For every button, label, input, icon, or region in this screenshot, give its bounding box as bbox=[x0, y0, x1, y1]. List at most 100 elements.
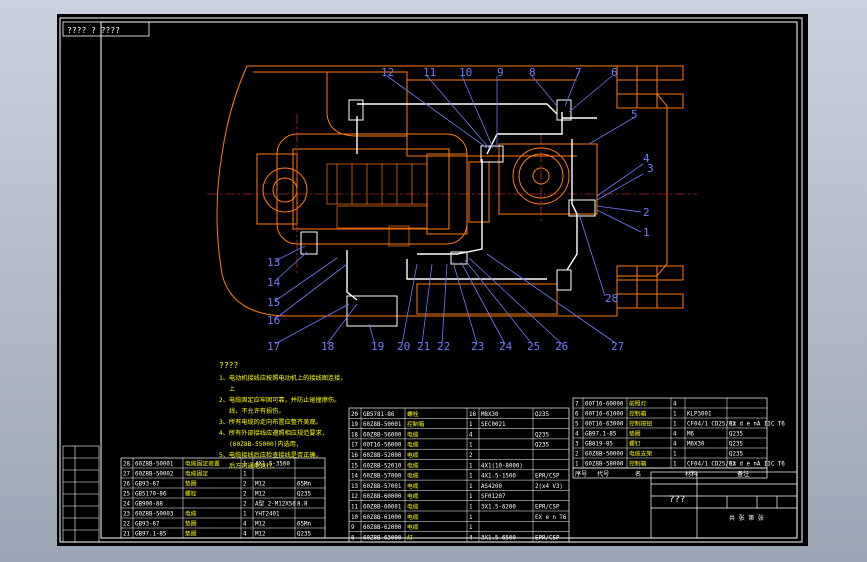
bom-cell-qty: 1 bbox=[673, 462, 677, 468]
callout-24: 24 bbox=[499, 340, 513, 353]
callout-22: 22 bbox=[437, 340, 450, 353]
bom-cell-code: 60Z8B-50001 bbox=[363, 422, 402, 428]
bom-cell-name: 控制箱 bbox=[629, 460, 647, 468]
bom-cell-no: 8 bbox=[351, 535, 355, 541]
bom-cell-code: GB93-87 bbox=[135, 522, 160, 528]
front-lamp-left bbox=[348, 99, 364, 121]
bom-cell-note: 8.8 bbox=[297, 502, 308, 508]
bom-cell-no: 7 bbox=[575, 402, 579, 408]
bom-cell-name: 螺栓 bbox=[407, 410, 419, 418]
bom-cell-qty: 4 bbox=[469, 535, 473, 541]
bom-cell-code: 60Z8B-63000 bbox=[363, 535, 402, 541]
bom-cell-spec: M12 bbox=[255, 482, 265, 488]
bom-cell-name: 电缆 bbox=[407, 503, 419, 511]
bom-cell-name: 垫圈 bbox=[185, 520, 197, 528]
bom-cell-spec: YHT2401 bbox=[255, 512, 280, 518]
bom-cell-code: 60Z8B-61000 bbox=[363, 515, 402, 521]
callout-20: 20 bbox=[397, 340, 410, 353]
bom-cell-qty: 16 bbox=[469, 412, 476, 418]
bom-cell-name: 控制按钮 bbox=[629, 420, 652, 428]
bom-cell-name: 电缆 bbox=[407, 451, 419, 459]
bom-cell-no: 21 bbox=[123, 532, 130, 538]
bom-cell-code: 60Z8B-58000 bbox=[585, 462, 624, 468]
bom-cell-qty: 1 bbox=[469, 443, 473, 449]
callout-26: 26 bbox=[555, 340, 568, 353]
bom-cell-name: 电缆 bbox=[407, 492, 419, 500]
bom-cell-code: 00T16-56000 bbox=[363, 443, 402, 449]
bom-cell-name: 电缆 bbox=[407, 430, 419, 438]
bom-right-table: 7 00T16-60000 前照灯 4 6 00T16-61000 控制箱 1 KLP3001 5… bbox=[572, 397, 785, 479]
bom-cell-spec: M8X30 bbox=[481, 412, 499, 418]
bom-cell-note: Q235 bbox=[729, 432, 743, 438]
bom-cell-spec: 4X1.5-1500 bbox=[481, 474, 516, 480]
bom-cell-no: 3 bbox=[575, 442, 579, 448]
bom-cell-no: 10 bbox=[351, 515, 358, 521]
callout-11: 11 bbox=[423, 66, 436, 79]
bom-cell-name: 电缆 bbox=[407, 461, 419, 469]
callout-16: 16 bbox=[267, 314, 280, 327]
bom-cell-spec: M6 bbox=[687, 432, 694, 438]
callout-21: 21 bbox=[417, 340, 430, 353]
bom-cell-name: 控制箱 bbox=[407, 420, 425, 428]
bom-cell-qty: 1 bbox=[673, 412, 677, 418]
bom-cell-name: 控制箱 bbox=[629, 410, 647, 418]
rear-lamp-right bbox=[556, 269, 572, 291]
bom-cell-no: 26 bbox=[123, 482, 130, 488]
bom-cell-no: 25 bbox=[123, 492, 130, 498]
bom-cell-name: 电缆 bbox=[407, 523, 419, 531]
bom-cell-qty: 1 bbox=[469, 422, 473, 428]
bom-cell-code: GB5781-86 bbox=[363, 412, 395, 418]
bom-cell-name: 电缆支架 bbox=[629, 450, 652, 458]
bom-cell-no: 9 bbox=[351, 525, 355, 531]
bom-cell-no: 13 bbox=[351, 484, 358, 490]
bom-cell-code: 00T16-61000 bbox=[585, 412, 624, 418]
bom-cell-qty: 1 bbox=[243, 512, 247, 518]
callout-13: 13 bbox=[267, 256, 280, 269]
bom-cell-no: 2 bbox=[575, 452, 579, 458]
bom-cell-qty: 1 bbox=[469, 484, 473, 490]
bom-cell-qty: 1 bbox=[469, 474, 473, 480]
bom-cell-code: 00T16-60000 bbox=[585, 402, 624, 408]
bom-cell-note: 2(x4 V3) bbox=[535, 484, 563, 490]
bom-cell-note: 65Mn bbox=[297, 522, 311, 528]
bom-cell-qty: 1 bbox=[243, 462, 247, 468]
bom-cell-qty: 1 bbox=[243, 472, 247, 478]
bom-cell-no: 5 bbox=[575, 422, 579, 428]
bom-cell-name: 灯 bbox=[407, 533, 413, 541]
bom-cell-name: 电缆 bbox=[407, 513, 419, 521]
bom-cell-note: EX e n T6 bbox=[535, 515, 567, 521]
bom-cell-name: 螺钉 bbox=[629, 440, 641, 448]
bom-cell-code: GB93-87 bbox=[135, 482, 160, 488]
callout-19: 19 bbox=[371, 340, 384, 353]
bom-cell-spec: AS4200 bbox=[481, 484, 502, 490]
cables bbox=[346, 103, 597, 301]
bom-cell-code: 60Z8B-50001 bbox=[135, 462, 174, 468]
bom-cell-no: 6 bbox=[575, 412, 579, 418]
bom-cell-qty: 1 bbox=[673, 422, 677, 428]
bom-cell-note: Q235 bbox=[535, 412, 549, 418]
bom-cell-code: GB97.1-85 bbox=[585, 432, 617, 438]
bom-cell-no: 12 bbox=[351, 494, 358, 500]
bom-cell-code: GB97.1-85 bbox=[135, 532, 167, 538]
control-box-19 bbox=[346, 295, 398, 327]
callout-15: 15 bbox=[267, 296, 280, 309]
bom-cell-note: Ex d e nA IIC T6 bbox=[729, 422, 785, 428]
rear-lamp-left bbox=[300, 231, 318, 255]
callout-18: 18 bbox=[321, 340, 334, 353]
note-line: 1、电动机接线应按照电动机上的接线图连接， bbox=[219, 374, 346, 382]
bom-cell-note: EPR/CSP bbox=[535, 535, 560, 541]
bom-cell-name: 垫圈 bbox=[185, 480, 197, 488]
bom-cell-code: 60Z8B-60001 bbox=[363, 505, 402, 511]
bom-cell-code: 60Z8B-50000 bbox=[585, 452, 624, 458]
junction-box bbox=[480, 145, 504, 163]
bom-cell-no: 4 bbox=[575, 432, 579, 438]
bom-cell-note: Q235 bbox=[297, 492, 311, 498]
note-line: 线，不允许有损伤。 bbox=[229, 407, 285, 415]
bom-cell-spec: M12 bbox=[255, 492, 265, 498]
bom-cell-spec: M12 bbox=[255, 532, 265, 538]
bom-cell-qty: 2 bbox=[469, 453, 473, 459]
bom-cell-spec: SEC0021 bbox=[481, 422, 506, 428]
bom-cell-spec: 3X1.5-6200 bbox=[481, 505, 516, 511]
bom-cell-qty: 1 bbox=[469, 505, 473, 511]
callout-4: 4 bbox=[643, 152, 650, 165]
